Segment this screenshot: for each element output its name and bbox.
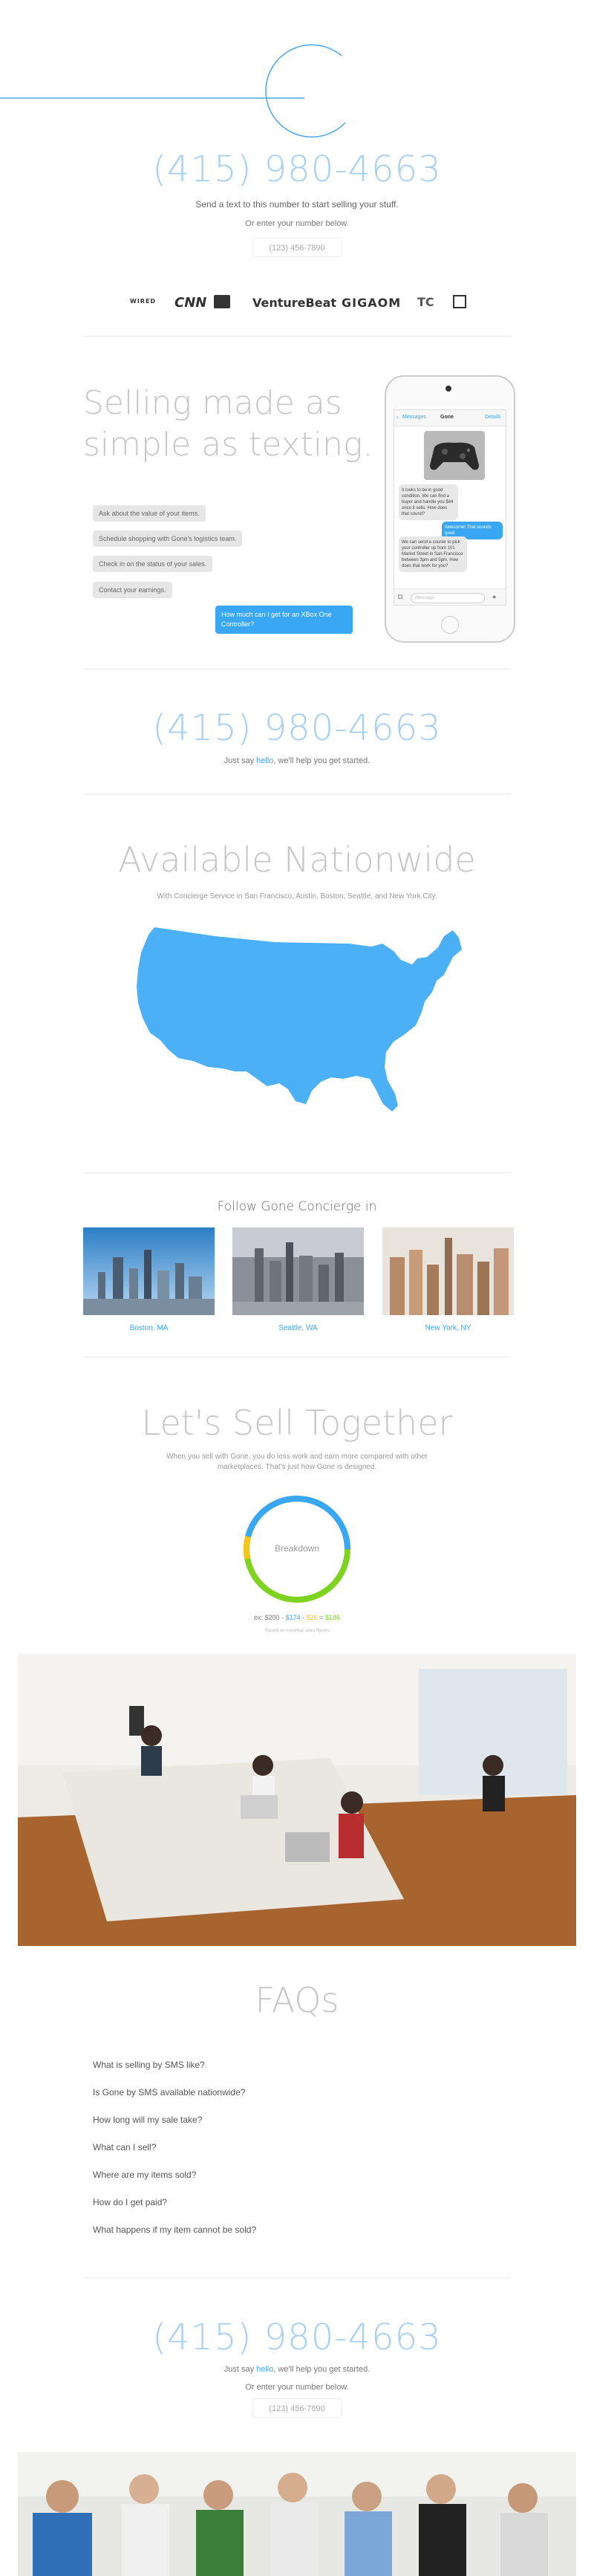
breakdown-c: $186 xyxy=(324,1614,340,1621)
gamepad-icon xyxy=(430,442,479,470)
city-link-new-york[interactable]: New York, NY xyxy=(382,1324,514,1332)
cta2-phone-number[interactable]: (415) 980-4663 xyxy=(0,2317,594,2358)
nationwide-subtitle: With Concierge Service in San Francisco,… xyxy=(157,892,437,901)
logo-mark xyxy=(0,44,346,138)
mic-icon[interactable]: ● xyxy=(492,593,496,600)
team-office-photo xyxy=(18,1654,576,1946)
follow-title: Follow Gone Concierge in xyxy=(217,1199,377,1214)
step-item: Check in on the status of your sales. xyxy=(93,556,213,572)
hero-or-enter: Or enter your number below. xyxy=(245,219,349,228)
cta1-text: Just say hello, we'll help you get start… xyxy=(0,756,594,765)
faq-item[interactable]: How long will my sale take? xyxy=(93,2115,202,2125)
donut-label: Breakdown xyxy=(274,1543,320,1554)
press-logo-tc: TC xyxy=(417,295,434,309)
selling-title-line2: simple as texting. xyxy=(83,426,373,464)
faq-item[interactable]: How do I get paid? xyxy=(93,2197,167,2207)
message-input-bar: ◘ iMessage ● xyxy=(394,588,506,605)
press-logo-venturebeat: VentureBeat xyxy=(252,296,337,310)
breakdown-values: ex: $200 - $174 - $26 = $186 xyxy=(254,1614,340,1621)
cta2-or-enter: Or enter your number below. xyxy=(245,2383,349,2392)
messages-back-label[interactable]: Messages xyxy=(402,415,426,420)
details-link[interactable]: Details xyxy=(485,415,500,420)
phone-screen: ‹ Messages Gone Details It looks to be i… xyxy=(394,409,506,606)
question-bubble: How much can I get for an XBox One Contr… xyxy=(215,606,353,634)
back-chevron-icon[interactable]: ‹ xyxy=(396,414,399,421)
faq-item[interactable]: Is Gone by SMS available nationwide? xyxy=(93,2087,245,2098)
step-item: Contact your earnings. xyxy=(93,582,172,598)
step-item: Ask about the value of your items. xyxy=(93,505,206,522)
camera-icon[interactable]: ◘ xyxy=(398,593,402,601)
home-button xyxy=(441,616,459,634)
city-photo-seattle[interactable] xyxy=(232,1227,364,1315)
divider xyxy=(83,1172,511,1173)
cta1-text-post: , we'll help you get started. xyxy=(273,756,371,765)
phone-nav-bar: ‹ Messages Gone Details xyxy=(394,410,506,426)
press-logo-crunch-icon xyxy=(214,295,230,308)
city-photo-new-york[interactable] xyxy=(382,1227,514,1315)
breakdown-b: $26 xyxy=(306,1614,318,1621)
hello-link[interactable]: hello xyxy=(256,756,273,765)
cta2-phone-input[interactable]: (123) 456-7890 xyxy=(252,2398,342,2418)
selling-title-line1: Selling made as xyxy=(83,384,342,422)
cta1-text-pre: Just say xyxy=(223,756,257,765)
divider xyxy=(83,336,511,337)
incoming-message: We can send a courier to pick your contr… xyxy=(399,536,467,572)
hero-tagline: Send a text to this number to start sell… xyxy=(195,199,399,210)
press-logo-cnn: CNN xyxy=(174,295,207,311)
cta2-text-pre: Just say xyxy=(223,2365,257,2374)
cta2-text: Just say hello, we'll help you get start… xyxy=(0,2365,594,2374)
cta1-phone-number[interactable]: (415) 980-4663 xyxy=(0,707,594,749)
faq-item[interactable]: What can I sell? xyxy=(93,2142,156,2152)
press-logo-gigaom: GIGAOM xyxy=(342,296,402,310)
nationwide-title: Available Nationwide xyxy=(118,840,476,880)
us-map xyxy=(137,927,462,1112)
cta2-text-post: , we'll help you get started. xyxy=(273,2365,371,2374)
press-logos: WIRED CNN VentureBeat GIGAOM TC xyxy=(126,293,483,316)
incoming-message: It looks to be in good condition. We can… xyxy=(399,484,458,520)
divider xyxy=(83,2277,511,2278)
phone-mockup: ‹ Messages Gone Details It looks to be i… xyxy=(385,375,515,643)
breakdown-a: $174 xyxy=(285,1614,301,1621)
us-map-shape xyxy=(137,927,462,1112)
hero-phone-input[interactable]: (123) 456-7890 xyxy=(252,238,342,257)
press-logo-wired: WIRED xyxy=(130,298,157,305)
faq-title: FAQs xyxy=(255,1980,339,2020)
hello-link[interactable]: hello xyxy=(256,2365,273,2374)
step-item: Schedule shopping with Gone's logistics … xyxy=(93,531,243,547)
city-link-boston[interactable]: Boston, MA xyxy=(83,1324,215,1332)
breakdown-footnote: *Based on historical sales figures xyxy=(264,1629,330,1633)
breakdown-total: $200 xyxy=(264,1614,280,1621)
hero-phone-number[interactable]: (415) 980-4663 xyxy=(0,149,594,190)
sell-together-text-line1: When you sell with Gone, you do less wor… xyxy=(166,1453,428,1461)
contact-name: Gone xyxy=(440,415,454,420)
faq-item[interactable]: What is selling by SMS like? xyxy=(93,2060,205,2070)
sell-together-text-line2: marketplaces. That's just how Gone is de… xyxy=(217,1463,377,1471)
city-photo-boston[interactable] xyxy=(83,1227,215,1315)
breakdown-prefix: ex: xyxy=(254,1614,265,1621)
controller-image xyxy=(424,431,485,480)
sell-together-title: Let's Sell Together xyxy=(141,1403,453,1443)
city-link-seattle[interactable]: Seattle, WA xyxy=(232,1324,364,1332)
press-logo-mashable-icon xyxy=(453,295,466,308)
faq-item[interactable]: Where are my items sold? xyxy=(93,2170,196,2180)
faq-item[interactable]: What happens if my item cannot be sold? xyxy=(93,2225,256,2235)
phone-camera xyxy=(446,386,451,392)
imessage-input[interactable]: iMessage xyxy=(411,593,485,603)
team-group-photo xyxy=(18,2452,576,2576)
